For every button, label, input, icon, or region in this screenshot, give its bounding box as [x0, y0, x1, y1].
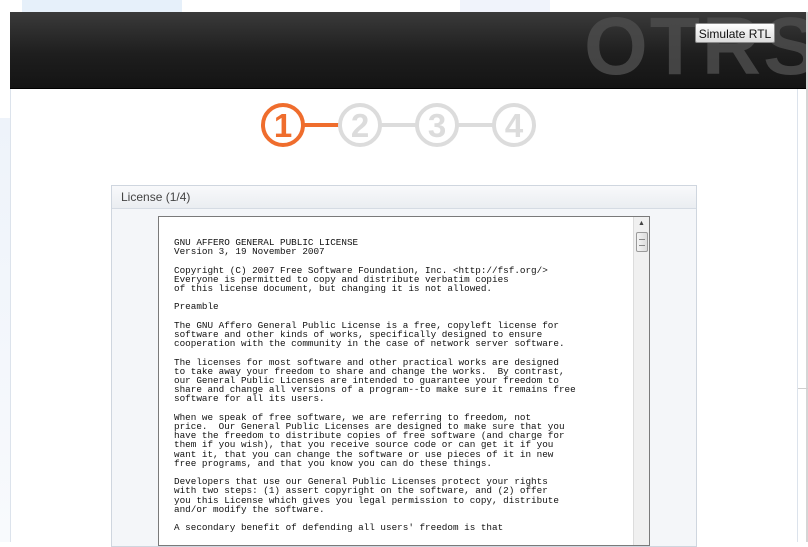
- step-connector-3: [458, 123, 493, 127]
- installer-main: 1 2 3 4 License (1/4) GNU AFFERO GENERAL…: [10, 89, 798, 547]
- step-connector-1: [304, 123, 339, 127]
- license-panel: License (1/4) GNU AFFERO GENERAL PUBLIC …: [111, 185, 697, 547]
- license-textarea[interactable]: GNU AFFERO GENERAL PUBLIC LICENSE Versio…: [158, 216, 650, 546]
- step-3: 3: [415, 103, 459, 147]
- step-4: 4: [492, 103, 536, 147]
- step-indicator: 1 2 3 4: [251, 103, 551, 157]
- scroll-thumb[interactable]: [636, 232, 648, 252]
- license-scrollbar[interactable]: ▲: [633, 217, 649, 545]
- otrs-logo: OTRS: [584, 1, 808, 92]
- step-2: 2: [338, 103, 382, 147]
- panel-title: License (1/4): [112, 186, 696, 209]
- step-connector-2: [381, 123, 416, 127]
- simulate-rtl-button[interactable]: Simulate RTL: [695, 23, 775, 43]
- scroll-up-arrow-icon[interactable]: ▲: [634, 217, 649, 231]
- header-bar: OTRS Simulate RTL: [10, 1, 808, 92]
- license-text: GNU AFFERO GENERAL PUBLIC LICENSE Versio…: [174, 237, 576, 534]
- step-1: 1: [261, 103, 305, 147]
